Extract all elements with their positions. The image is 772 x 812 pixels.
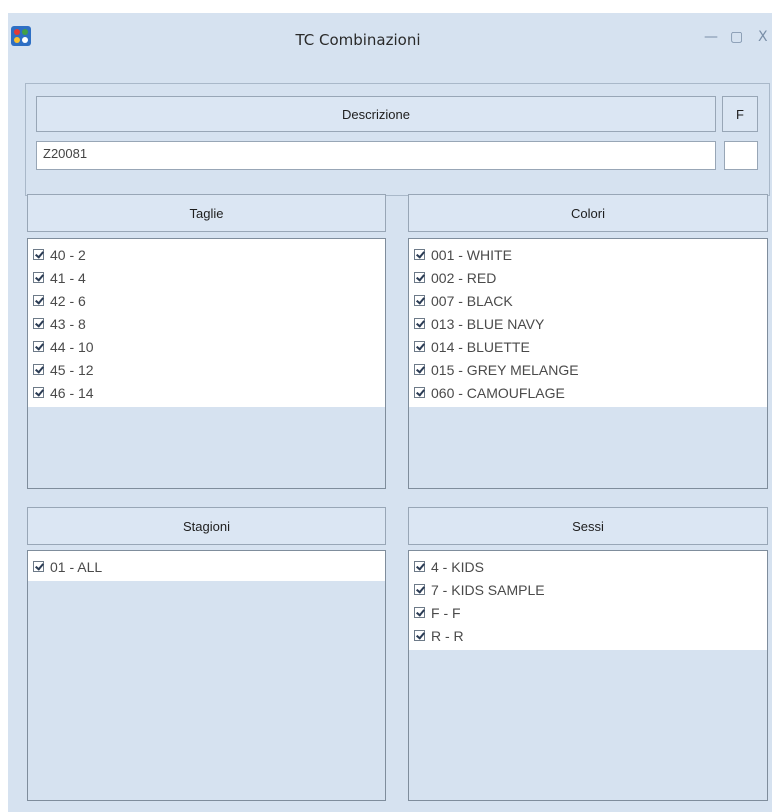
sessi-header-label: Sessi <box>572 518 604 534</box>
checkbox[interactable] <box>33 364 44 375</box>
list-item-label: 001 - WHITE <box>431 246 512 263</box>
f-field[interactable] <box>724 141 758 170</box>
list-item[interactable]: 41 - 4 <box>28 266 385 289</box>
list-item-label: 015 - GREY MELANGE <box>431 361 579 378</box>
list-item[interactable]: 015 - GREY MELANGE <box>409 358 767 381</box>
stagioni-header[interactable]: Stagioni <box>27 507 386 545</box>
list-item[interactable]: R - R <box>409 624 767 647</box>
list-item[interactable]: 001 - WHITE <box>409 243 767 266</box>
maximize-button[interactable]: ▢ <box>730 29 743 45</box>
list-item[interactable]: 013 - BLUE NAVY <box>409 312 767 335</box>
description-header[interactable]: Descrizione <box>36 96 716 132</box>
description-header-label: Descrizione <box>342 106 410 122</box>
list-item-label: F - F <box>431 604 461 621</box>
list-item-label: 060 - CAMOUFLAGE <box>431 384 565 401</box>
list-item-label: 46 - 14 <box>50 384 94 401</box>
window-title: TC Combinazioni <box>295 31 421 49</box>
checkbox[interactable] <box>414 295 425 306</box>
f-header[interactable]: F <box>722 96 758 132</box>
list-item[interactable]: 007 - BLACK <box>409 289 767 312</box>
list-item-label: 42 - 6 <box>50 292 86 309</box>
checkbox[interactable] <box>414 318 425 329</box>
list-item-label: 45 - 12 <box>50 361 94 378</box>
checkbox[interactable] <box>414 341 425 352</box>
list-item[interactable]: 42 - 6 <box>28 289 385 312</box>
taglie-header-label: Taglie <box>189 205 224 221</box>
window: TC Combinazioni — ▢ X Descrizione F Z200… <box>8 13 772 812</box>
list-item[interactable]: 46 - 14 <box>28 381 385 404</box>
list-item-label: 41 - 4 <box>50 269 86 286</box>
list-item[interactable]: F - F <box>409 601 767 624</box>
checkbox[interactable] <box>414 387 425 398</box>
minimize-button[interactable]: — <box>704 29 718 45</box>
title-bar: TC Combinazioni — ▢ X <box>8 13 772 69</box>
list-item-label: R - R <box>431 627 464 644</box>
checkbox[interactable] <box>414 607 425 618</box>
list-item[interactable]: 44 - 10 <box>28 335 385 358</box>
checkbox[interactable] <box>414 272 425 283</box>
sessi-list-items: 4 - KIDS 7 - KIDS SAMPLE F - F R - R <box>409 551 767 650</box>
list-item-label: 002 - RED <box>431 269 497 286</box>
list-item-label: 4 - KIDS <box>431 558 484 575</box>
checkbox[interactable] <box>414 630 425 641</box>
stagioni-header-label: Stagioni <box>183 518 230 534</box>
list-item[interactable]: 01 - ALL <box>28 555 385 578</box>
list-item-label: 013 - BLUE NAVY <box>431 315 545 332</box>
taglie-list-items: 40 - 2 41 - 4 42 - 6 43 - 8 44 - 10 45 -… <box>28 239 385 407</box>
list-item[interactable]: 4 - KIDS <box>409 555 767 578</box>
list-item[interactable]: 002 - RED <box>409 266 767 289</box>
list-item-label: 40 - 2 <box>50 246 86 263</box>
list-item[interactable]: 014 - BLUETTE <box>409 335 767 358</box>
list-item[interactable]: 060 - CAMOUFLAGE <box>409 381 767 404</box>
list-item-label: 014 - BLUETTE <box>431 338 530 355</box>
checkbox[interactable] <box>33 295 44 306</box>
sessi-list[interactable]: 4 - KIDS 7 - KIDS SAMPLE F - F R - R <box>408 550 768 801</box>
list-item[interactable]: 7 - KIDS SAMPLE <box>409 578 767 601</box>
f-header-label: F <box>736 106 744 122</box>
list-item-label: 44 - 10 <box>50 338 94 355</box>
checkbox[interactable] <box>33 561 44 572</box>
checkbox[interactable] <box>414 584 425 595</box>
list-item-label: 7 - KIDS SAMPLE <box>431 581 545 598</box>
taglie-list[interactable]: 40 - 2 41 - 4 42 - 6 43 - 8 44 - 10 45 -… <box>27 238 386 489</box>
colori-header[interactable]: Colori <box>408 194 768 232</box>
colori-header-label: Colori <box>571 205 605 221</box>
checkbox[interactable] <box>414 561 425 572</box>
list-item[interactable]: 40 - 2 <box>28 243 385 266</box>
colori-list[interactable]: 001 - WHITE 002 - RED 007 - BLACK 013 - … <box>408 238 768 489</box>
taglie-header[interactable]: Taglie <box>27 194 386 232</box>
list-item[interactable]: 43 - 8 <box>28 312 385 335</box>
stagioni-list[interactable]: 01 - ALL <box>27 550 386 801</box>
sessi-header[interactable]: Sessi <box>408 507 768 545</box>
checkbox[interactable] <box>33 387 44 398</box>
checkbox[interactable] <box>33 341 44 352</box>
checkbox[interactable] <box>33 249 44 260</box>
colori-list-items: 001 - WHITE 002 - RED 007 - BLACK 013 - … <box>409 239 767 407</box>
checkbox[interactable] <box>414 249 425 260</box>
list-item-label: 43 - 8 <box>50 315 86 332</box>
checkbox[interactable] <box>33 272 44 283</box>
list-item[interactable]: 45 - 12 <box>28 358 385 381</box>
checkbox[interactable] <box>414 364 425 375</box>
stagioni-list-items: 01 - ALL <box>28 551 385 581</box>
description-field[interactable]: Z20081 <box>36 141 716 170</box>
close-button[interactable]: X <box>758 29 768 45</box>
checkbox[interactable] <box>33 318 44 329</box>
list-item-label: 007 - BLACK <box>431 292 513 309</box>
list-item-label: 01 - ALL <box>50 558 103 575</box>
